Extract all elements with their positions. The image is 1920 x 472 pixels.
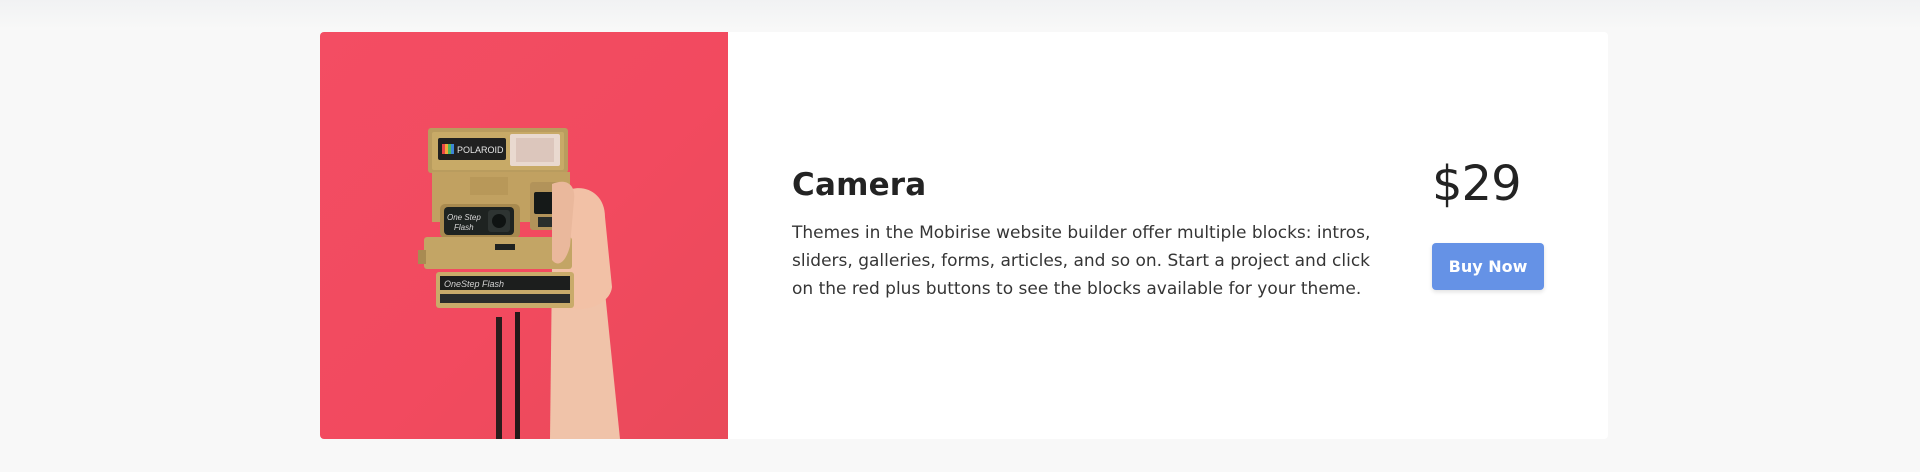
product-title: Camera (792, 167, 927, 203)
product-description: Themes in the Mobirise website builder o… (792, 223, 1371, 299)
camera-bottom (424, 237, 572, 269)
price-column: $29 Buy Now (1432, 154, 1572, 290)
product-section: POLAROID One Step Flash OneStep Flash Ca… (0, 0, 1920, 472)
product-info: Camera Themes in the Mobirise website bu… (792, 165, 1412, 303)
product-price: $29 (1432, 156, 1522, 212)
product-card: POLAROID One Step Flash OneStep Flash Ca… (320, 32, 1608, 439)
buy-now-button[interactable]: Buy Now (1432, 243, 1544, 290)
product-image: POLAROID One Step Flash OneStep Flash (320, 32, 728, 439)
camera-illustration: POLAROID One Step Flash OneStep Flash (418, 128, 620, 439)
model-label: One Step (447, 213, 481, 222)
camera-strap (515, 312, 520, 439)
svg-text:Flash: Flash (454, 223, 474, 232)
front-model-text: OneStep Flash (444, 279, 504, 289)
camera-strap (496, 317, 502, 439)
brand-text: POLAROID (457, 145, 504, 155)
